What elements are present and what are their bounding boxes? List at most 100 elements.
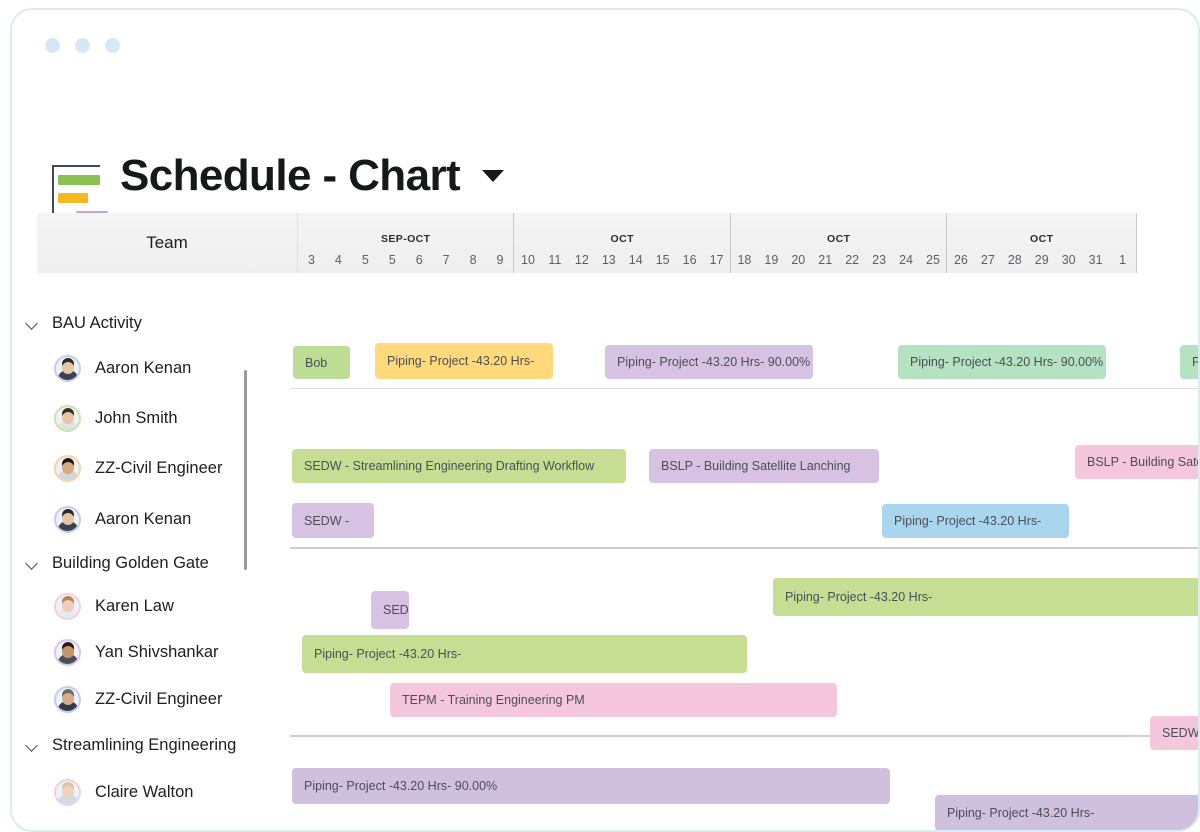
sidebar-person-row[interactable]: ZZ-Civil Engineer: [12, 446, 290, 490]
timeline-day-row: 10 11 12 13 14 15 16 17: [514, 247, 729, 273]
sidebar-group-streamlining-engineering[interactable]: Streamlining Engineering: [12, 723, 290, 767]
gantt-bar[interactable]: Piping: [1180, 345, 1198, 379]
sidebar-person-name: Aaron Kenan: [95, 358, 192, 377]
window-dot-2[interactable]: [75, 38, 90, 53]
timeline-month-group: SEP-OCT 3 4 5 5 6 7 8 9: [298, 213, 515, 273]
page-header: Schedule - Chart Reporting screen that c…: [12, 72, 1198, 237]
timeline-month-group: OCT 26 27 28 29 30 31 1: [947, 213, 1137, 273]
gantt-chart-area[interactable]: Bob Piping- Project -43.20 Hrs- Piping- Pr…: [290, 273, 1198, 830]
sidebar-person-row[interactable]: John Smith: [12, 396, 290, 440]
chart-row-divider: [290, 547, 1198, 549]
timeline-month-label: SEP-OCT: [381, 233, 431, 245]
schedule-body: BAU Activity Aaron Kenan John Smith ZZ-Civi…: [12, 273, 1198, 830]
timeline-day-row: 26 27 28 29 30 31 1: [947, 247, 1136, 273]
sidebar-group-label: Building Golden Gate: [52, 553, 209, 572]
sidebar-person-name: Aaron Kenan: [95, 509, 192, 528]
timeline-day-cell[interactable]: 22: [839, 251, 866, 269]
chevron-down-icon[interactable]: [482, 170, 505, 182]
timeline-month-label: OCT: [827, 233, 851, 245]
timeline-day-cell[interactable]: 19: [758, 251, 785, 269]
sidebar-person-row[interactable]: Karen Law: [12, 584, 290, 628]
gantt-bar[interactable]: Piping- Project -43.20 Hrs-: [773, 578, 1198, 616]
avatar: [54, 685, 81, 713]
sidebar-person-name: John Smith: [95, 408, 178, 427]
chevron-down-icon[interactable]: [26, 316, 40, 330]
sidebar-group-label: BAU Activity: [52, 313, 142, 332]
sidebar-person-row[interactable]: Aaron Kenan: [12, 346, 290, 390]
sidebar-group-label: Streamlining Engineering: [52, 735, 237, 754]
timeline-day-cell[interactable]: 12: [568, 251, 595, 269]
timeline-day-cell[interactable]: 5: [379, 251, 406, 269]
chevron-down-icon[interactable]: [26, 556, 40, 570]
sidebar-group-bau-activity[interactable]: BAU Activity: [12, 301, 290, 345]
timeline-day-cell[interactable]: 26: [947, 251, 974, 269]
timeline-day-cell[interactable]: 17: [703, 251, 730, 269]
team-column-header: Team: [37, 213, 298, 273]
gantt-bar[interactable]: Piping- Project -43.20 Hrs-: [882, 504, 1069, 538]
team-sidebar[interactable]: BAU Activity Aaron Kenan John Smith ZZ-Civi…: [12, 273, 290, 830]
app-window: Schedule - Chart Reporting screen that c…: [10, 8, 1200, 832]
timeline-day-cell[interactable]: 7: [433, 251, 460, 269]
sidebar-person-row[interactable]: Aaron Kenan: [12, 497, 290, 541]
timeline-day-cell[interactable]: 23: [866, 251, 893, 269]
timeline-day-cell[interactable]: 6: [406, 251, 433, 269]
gantt-bar[interactable]: SEDW - Streamlining Engineering Drafting…: [292, 449, 626, 483]
sidebar-person-row[interactable]: Claire Walton: [12, 770, 290, 814]
timeline-day-cell[interactable]: 4: [325, 251, 352, 269]
gantt-bar[interactable]: TEPM - Training Engineering PM: [390, 683, 837, 717]
sidebar-person-name: Claire Walton: [95, 782, 194, 801]
gantt-bar[interactable]: Piping- Project -43.20 Hrs-: [375, 343, 553, 379]
timeline-day-cell[interactable]: 5: [352, 251, 379, 269]
avatar: [54, 592, 81, 620]
timeline-day-cell[interactable]: 29: [1028, 251, 1055, 269]
page-title-row[interactable]: Schedule - Chart: [120, 150, 505, 202]
timeline-day-cell[interactable]: 25: [920, 251, 947, 269]
sidebar-group-building-golden-gate[interactable]: Building Golden Gate: [12, 541, 290, 585]
sidebar-person-row[interactable]: Yan Shivshankar: [12, 630, 290, 674]
timeline-day-cell[interactable]: 8: [460, 251, 487, 269]
timeline-scale[interactable]: SEP-OCT 3 4 5 5 6 7 8 9 OCT 10 11 12 13 14 15 16 17 OCT 18 1…: [298, 213, 1137, 273]
gantt-bar[interactable]: Piping- Project -43.20 Hrs-: [935, 795, 1198, 830]
timeline-day-cell[interactable]: 28: [1001, 251, 1028, 269]
timeline-day-cell[interactable]: 30: [1055, 251, 1082, 269]
chart-row-divider: [290, 735, 1198, 737]
gantt-bar[interactable]: Piping- Project -43.20 Hrs-: [302, 635, 747, 673]
window-dot-1[interactable]: [45, 38, 60, 53]
gantt-bar[interactable]: SEDW - St: [1150, 716, 1198, 750]
timeline-day-cell[interactable]: 20: [785, 251, 812, 269]
gantt-bar[interactable]: SED: [371, 591, 409, 629]
timeline-day-cell[interactable]: 24: [893, 251, 920, 269]
avatar: [54, 505, 81, 533]
window-dot-3[interactable]: [105, 38, 120, 53]
sidebar-person-name: Yan Shivshankar: [95, 642, 219, 661]
timeline-day-cell[interactable]: 15: [649, 251, 676, 269]
gantt-bar[interactable]: Piping- Project -43.20 Hrs- 90.00%: [898, 345, 1106, 379]
timeline-day-cell[interactable]: 11: [541, 251, 568, 269]
timeline-day-row: 18 19 20 21 22 23 24 25: [731, 247, 946, 273]
chevron-down-icon[interactable]: [26, 738, 40, 752]
timeline-day-cell[interactable]: 31: [1082, 251, 1109, 269]
gantt-bar[interactable]: BSLP - Building Satellite: [1075, 445, 1198, 479]
timeline-day-cell[interactable]: 9: [487, 251, 514, 269]
gantt-bar[interactable]: SEDW -: [292, 503, 374, 538]
timeline-header: Team SEP-OCT 3 4 5 5 6 7 8 9 OCT 10 11 12 13 14 15 16 17 O…: [37, 213, 1137, 273]
gantt-bar[interactable]: Piping- Project -43.20 Hrs- 90.00%: [292, 768, 890, 804]
gantt-bar[interactable]: BSLP - Building Satellite Lanching: [649, 449, 879, 483]
timeline-day-cell[interactable]: 21: [812, 251, 839, 269]
window-titlebar: [12, 10, 1198, 72]
timeline-day-cell[interactable]: 18: [731, 251, 758, 269]
timeline-day-cell[interactable]: 1: [1109, 251, 1136, 269]
sidebar-person-name: Karen Law: [95, 596, 174, 615]
page-title: Schedule - Chart: [120, 151, 461, 200]
timeline-day-cell[interactable]: 10: [514, 251, 541, 269]
timeline-day-cell[interactable]: 3: [298, 251, 325, 269]
sidebar-person-row[interactable]: ZZ-Civil Engineer: [12, 677, 290, 721]
timeline-day-cell[interactable]: 14: [622, 251, 649, 269]
timeline-day-cell[interactable]: 13: [595, 251, 622, 269]
timeline-month-label: OCT: [610, 233, 634, 245]
gantt-bar[interactable]: Bob: [293, 346, 350, 379]
timeline-day-cell[interactable]: 16: [676, 251, 703, 269]
chart-row-divider: [290, 388, 1198, 389]
gantt-bar[interactable]: Piping- Project -43.20 Hrs- 90.00%: [605, 345, 813, 379]
timeline-day-cell[interactable]: 27: [974, 251, 1001, 269]
